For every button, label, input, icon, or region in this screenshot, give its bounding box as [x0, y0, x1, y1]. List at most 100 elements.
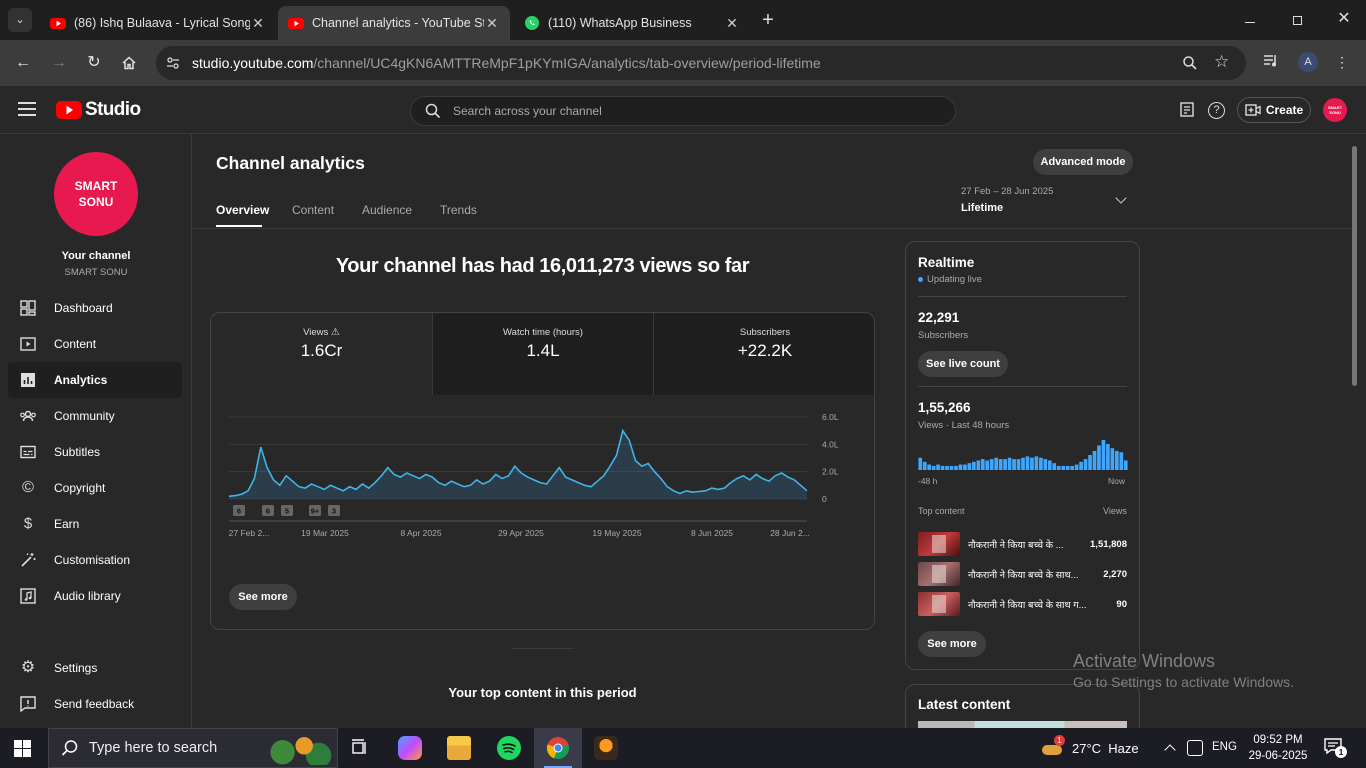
tab-overview[interactable]: Overview: [216, 203, 269, 217]
realtime-bar[interactable]: [954, 465, 958, 470]
realtime-bar[interactable]: [927, 464, 932, 470]
realtime-bar[interactable]: [945, 465, 949, 470]
realtime-bar[interactable]: [989, 459, 994, 470]
realtime-bar[interactable]: [1047, 460, 1052, 470]
realtime-bar[interactable]: [980, 459, 985, 470]
realtime-bar[interactable]: [940, 465, 945, 470]
home-button[interactable]: [118, 52, 140, 74]
period-selector[interactable]: 27 Feb – 28 Jun 2025 Lifetime: [961, 186, 1133, 220]
fl-studio-icon[interactable]: [594, 736, 618, 760]
feedback-button[interactable]: [1180, 102, 1196, 118]
file-explorer-icon[interactable]: [447, 736, 471, 760]
copilot-icon[interactable]: [398, 736, 422, 760]
reload-button[interactable]: ↻: [83, 52, 105, 74]
channel-avatar[interactable]: SMART SONU: [54, 152, 138, 236]
views-chart[interactable]: 6.0L 4.0L 2.0L 0 6 6 5 9+ 3 27 Feb 2... 19 Mar 202…: [211, 395, 874, 570]
tab-search-button[interactable]: ⌄: [8, 8, 32, 32]
account-avatar[interactable]: SMART SONU: [1323, 98, 1347, 122]
bookmark-star-icon[interactable]: ☆: [1214, 52, 1229, 72]
realtime-bar[interactable]: [1034, 456, 1039, 470]
realtime-bar[interactable]: [1025, 456, 1030, 470]
realtime-bar[interactable]: [963, 464, 967, 470]
realtime-bar[interactable]: [1101, 440, 1106, 470]
meet-now-icon[interactable]: [1187, 740, 1203, 756]
realtime-bar[interactable]: [1088, 455, 1092, 470]
realtime-bar[interactable]: [1039, 457, 1043, 470]
list-item[interactable]: नौकरानी ने किया बच्चे के ... 1,51,808: [918, 532, 1127, 556]
realtime-bar[interactable]: [994, 457, 999, 470]
close-icon[interactable]: ✕: [484, 15, 500, 32]
tab-content[interactable]: Content: [292, 203, 334, 217]
sidebar-item-customisation[interactable]: Customisation: [8, 542, 182, 578]
realtime-bar[interactable]: [1123, 460, 1128, 470]
browser-menu-button[interactable]: ⋮: [1334, 52, 1350, 72]
realtime-bar[interactable]: [958, 464, 963, 470]
realtime-bar[interactable]: [1097, 445, 1101, 470]
sidebar-item-earn[interactable]: $ Earn: [8, 506, 182, 542]
hamburger-menu-button[interactable]: [18, 102, 36, 116]
back-button[interactable]: ←: [12, 52, 34, 74]
help-button[interactable]: ?: [1208, 102, 1225, 119]
realtime-bar[interactable]: [1110, 448, 1115, 470]
realtime-bar[interactable]: [1083, 459, 1088, 470]
weather-widget[interactable]: 1 27°C Haze: [1040, 728, 1145, 768]
realtime-bar[interactable]: [998, 459, 1003, 470]
content-marker[interactable]: 5: [281, 505, 293, 516]
clock[interactable]: 09:52 PM 29-06-2025: [1248, 732, 1308, 764]
realtime-bar[interactable]: [1079, 461, 1083, 470]
realtime-bar[interactable]: [1115, 450, 1119, 470]
site-info-icon[interactable]: [166, 56, 180, 70]
tray-overflow-button[interactable]: [1162, 738, 1178, 758]
new-tab-button[interactable]: +: [758, 8, 778, 32]
metric-tab-views[interactable]: Views ⚠ 1.6Cr: [211, 313, 432, 395]
realtime-bar-chart[interactable]: [918, 438, 1128, 470]
sidebar-item-copyright[interactable]: © Copyright: [8, 470, 182, 506]
realtime-bar[interactable]: [1119, 452, 1124, 470]
scrollbar-track[interactable]: [1352, 142, 1358, 728]
sidebar-item-dashboard[interactable]: Dashboard: [8, 290, 182, 326]
profile-avatar[interactable]: A: [1298, 52, 1318, 72]
realtime-bar[interactable]: [1052, 463, 1057, 470]
browser-tab[interactable]: (86) Ishq Bulaava - Lyrical Song ✕: [40, 6, 276, 40]
create-button[interactable]: Create: [1237, 97, 1311, 123]
close-icon[interactable]: ✕: [250, 15, 266, 32]
language-indicator[interactable]: ENG: [1212, 741, 1237, 753]
realtime-bar[interactable]: [1012, 459, 1016, 470]
realtime-bar[interactable]: [1007, 457, 1012, 470]
taskbar-search[interactable]: Type here to search: [48, 728, 338, 768]
forward-button[interactable]: →: [48, 52, 70, 74]
sidebar-item-send-feedback[interactable]: Send feedback: [8, 686, 182, 722]
realtime-bar[interactable]: [1043, 459, 1048, 470]
tab-trends[interactable]: Trends: [440, 203, 477, 217]
studio-logo[interactable]: Studio: [56, 99, 141, 121]
realtime-bar[interactable]: [1016, 459, 1021, 470]
realtime-bar[interactable]: [976, 460, 981, 470]
realtime-bar[interactable]: [967, 463, 972, 470]
start-button[interactable]: [14, 740, 31, 757]
realtime-bar[interactable]: [1074, 464, 1079, 470]
realtime-bar[interactable]: [949, 465, 954, 470]
channel-search-bar[interactable]: Search across your channel: [410, 96, 956, 126]
content-marker[interactable]: 6: [262, 505, 274, 516]
realtime-bar[interactable]: [1061, 465, 1066, 470]
realtime-bar[interactable]: [1030, 457, 1034, 470]
see-more-button[interactable]: See more: [918, 631, 986, 657]
realtime-bar[interactable]: [1106, 444, 1110, 470]
minimize-button[interactable]: [1240, 10, 1260, 30]
realtime-bar[interactable]: [1065, 465, 1070, 470]
sidebar-item-community[interactable]: Community: [8, 398, 182, 434]
advanced-mode-button[interactable]: Advanced mode: [1033, 149, 1133, 175]
sidebar-item-audio-library[interactable]: Audio library: [8, 578, 182, 614]
browser-tab[interactable]: (110) WhatsApp Business ✕: [514, 6, 750, 40]
list-item[interactable]: नौकरानी ने किया बच्चे के साथ... 2,270: [918, 562, 1127, 586]
metric-tab-subscribers[interactable]: Subscribers +22.2K: [653, 313, 874, 395]
see-live-count-button[interactable]: See live count: [918, 351, 1008, 377]
realtime-bar[interactable]: [985, 460, 990, 470]
address-bar[interactable]: studio.youtube.com/channel/UC4gKN6AMTTRe…: [156, 46, 1246, 80]
metric-tab-watch-time[interactable]: Watch time (hours) 1.4L: [432, 313, 653, 395]
realtime-bar[interactable]: [936, 464, 940, 470]
realtime-bar[interactable]: [1092, 450, 1097, 470]
content-marker[interactable]: 3: [328, 505, 340, 516]
close-window-button[interactable]: ✕: [1334, 8, 1354, 30]
sidebar-item-subtitles[interactable]: Subtitles: [8, 434, 182, 470]
